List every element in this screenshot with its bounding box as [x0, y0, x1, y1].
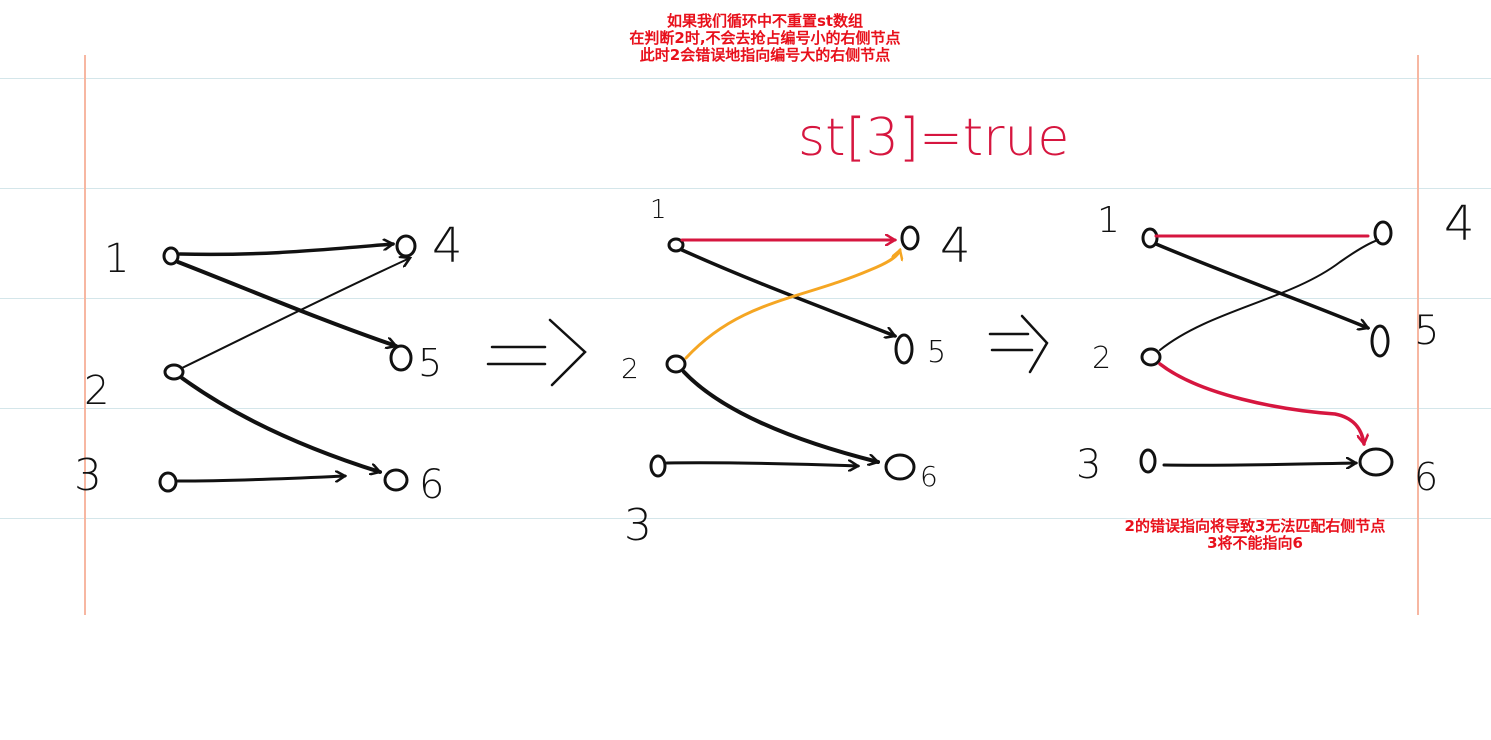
stage3-right-label-6: 6 [1414, 455, 1438, 499]
stage1-left-label-2: 2 [84, 368, 109, 414]
stage1-edge-2-6 [180, 376, 380, 472]
stage1-node-1 [162, 246, 180, 266]
stage2-edge-3-6 [665, 463, 858, 466]
stage3-node-3 [1139, 448, 1157, 474]
stage2-node-6 [884, 453, 916, 481]
stage1-edge-3-6 [176, 476, 345, 483]
stage1-right-label-4: 4 [432, 218, 463, 274]
stage3-edge-2-4 [1159, 239, 1379, 351]
stage1-right-label-6: 6 [419, 462, 444, 508]
stage2-right-label-4: 4 [940, 218, 971, 274]
stage-1: 1 2 3 4 5 6 [74, 218, 463, 508]
stage2-node-5 [894, 333, 914, 365]
stage1-edge-1-4 [178, 244, 393, 257]
stage1-node-3 [158, 471, 178, 493]
stage3-left-label-1: 1 [1097, 200, 1120, 241]
stage3-right-label-5: 5 [1414, 308, 1439, 354]
stage2-left-label-3: 3 [624, 500, 652, 551]
stage1-node-6 [383, 468, 409, 492]
bipartite-diagram: st[3]=true 1 2 3 4 5 6 1 2 3 4 5 6 1 2 3… [74, 108, 1475, 551]
stage3-left-label-2: 2 [1092, 341, 1111, 376]
diagram-page: 如果我们循环中不重置st数组 在判断2时,不会去抢占编号小的右侧节点 此时2会错… [0, 0, 1491, 740]
st-annotation: st[3]=true [798, 108, 1069, 168]
stage-3: 1 2 3 4 5 6 [1076, 196, 1475, 499]
stage3-right-label-4: 4 [1444, 196, 1475, 252]
stage2-right-label-6: 6 [920, 460, 938, 493]
stage3-edge-1-5 [1154, 242, 1368, 328]
stage1-node-4 [395, 234, 417, 258]
stage1-edge-1-5 [176, 260, 396, 346]
stage1-right-label-5: 5 [418, 341, 442, 385]
stage3-edge-2-6 [1158, 362, 1364, 444]
stage1-node-2 [163, 363, 185, 381]
stage1-left-label-1: 1 [104, 236, 129, 282]
stage2-left-label-1: 1 [650, 195, 667, 225]
stage3-node-5 [1370, 324, 1390, 358]
stage3-edge-3-6 [1162, 463, 1356, 465]
stage2-node-2 [665, 354, 687, 374]
stage1-edge-2-4 [181, 258, 410, 369]
transition-arrow-2 [988, 314, 1049, 374]
stage3-node-2 [1140, 347, 1162, 367]
stage2-node-4 [900, 225, 920, 251]
stage3-node-6 [1358, 447, 1394, 477]
stage2-right-label-5: 5 [927, 335, 946, 370]
transition-arrow-1 [486, 318, 587, 387]
stage2-node-3 [649, 454, 667, 478]
stage-2: 1 2 3 4 5 6 [621, 195, 971, 551]
stage3-left-label-3: 3 [1076, 442, 1101, 488]
stage1-node-5 [389, 344, 413, 372]
stage2-edge-1-5 [680, 248, 895, 336]
stage2-left-label-2: 2 [621, 352, 639, 385]
stage2-edge-2-6 [682, 370, 878, 462]
stage1-left-label-3: 3 [74, 450, 102, 501]
